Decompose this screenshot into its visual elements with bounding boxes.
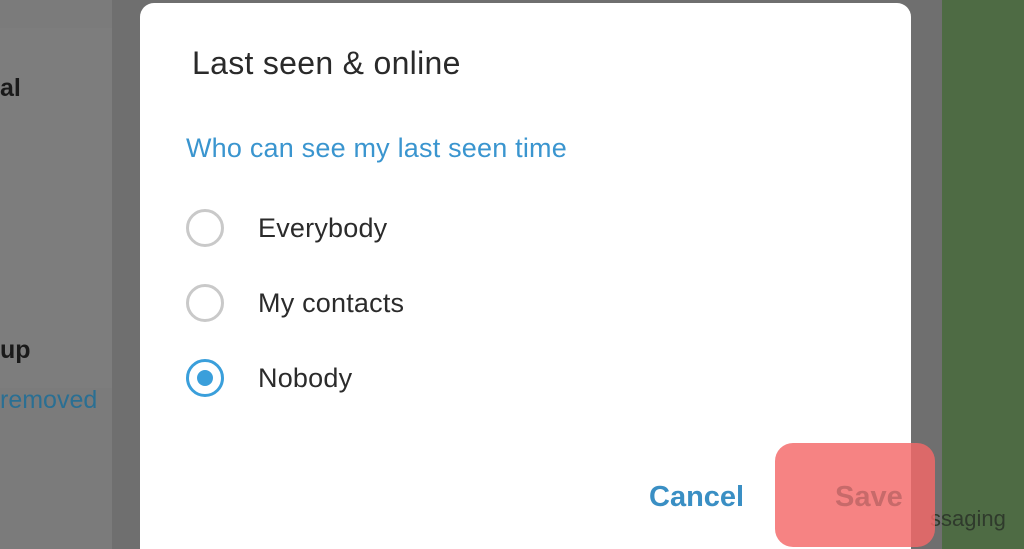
background-link: removed <box>0 386 98 414</box>
background-chat-text: ssaging <box>930 506 1006 531</box>
option-nobody[interactable]: Nobody <box>186 356 352 400</box>
radio-checked-icon[interactable] <box>186 359 224 397</box>
background-chat-wallpaper <box>942 0 1024 549</box>
option-my-contacts[interactable]: My contacts <box>186 281 404 325</box>
cancel-button[interactable]: Cancel <box>649 481 744 514</box>
radio-unchecked-icon[interactable] <box>186 284 224 322</box>
radio-unchecked-icon[interactable] <box>186 209 224 247</box>
app-screen: al up removed ssaging Last seen & online… <box>0 0 1024 549</box>
background-text-2: up <box>0 336 31 364</box>
save-button[interactable]: Save <box>835 481 903 514</box>
option-label: Everybody <box>258 212 388 243</box>
background-text-1: al <box>0 74 21 102</box>
section-label: Who can see my last seen time <box>186 133 567 163</box>
option-label: Nobody <box>258 362 353 393</box>
option-label: My contacts <box>258 287 405 318</box>
option-everybody[interactable]: Everybody <box>186 206 387 250</box>
dialog-title: Last seen & online <box>192 45 461 81</box>
radio-dot <box>197 370 213 386</box>
